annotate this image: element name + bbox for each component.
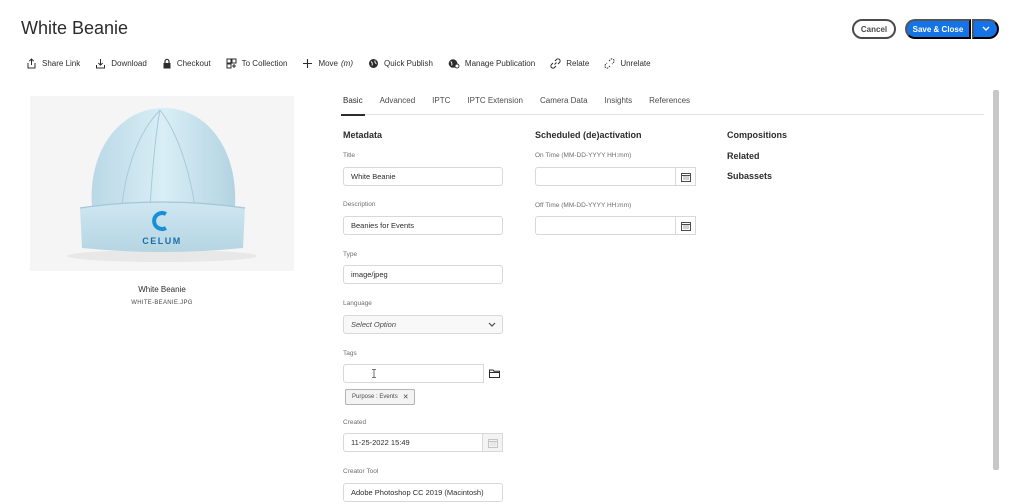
tags-browse-button[interactable]: [484, 364, 504, 383]
title-label: Title: [343, 152, 356, 159]
subassets-link[interactable]: Subassets: [727, 171, 772, 181]
unrelate-label: Unrelate: [620, 58, 651, 68]
activation-heading: Scheduled (de)activation: [535, 130, 642, 140]
collection-icon: [226, 58, 237, 68]
download-button[interactable]: Download: [95, 58, 147, 69]
globe-icon: [369, 58, 378, 68]
tags-input[interactable]: [343, 364, 484, 383]
globe-manage-icon: [448, 58, 460, 68]
asset-preview[interactable]: CELUM: [30, 96, 294, 271]
checkout-label: Checkout: [176, 58, 211, 68]
language-select-value: Select Option: [351, 320, 397, 329]
download-icon: [96, 58, 106, 68]
unlink-icon: [604, 57, 615, 69]
chevron-down-icon: [982, 26, 989, 31]
tab-references[interactable]: References: [649, 89, 690, 115]
tag-chip: Purpose : Events ✕: [345, 389, 415, 405]
folder-icon: [488, 369, 500, 378]
type-input[interactable]: image/jpeg: [343, 265, 503, 284]
on-time-calendar-button[interactable]: [676, 167, 696, 186]
action-toolbar: Share Link Download Checkout To Collecti…: [26, 55, 666, 71]
language-select[interactable]: Select Option: [343, 315, 503, 334]
relate-label: Relate: [566, 58, 590, 68]
checkout-button[interactable]: Checkout: [162, 58, 211, 69]
text-cursor-icon: [372, 369, 376, 378]
calendar-icon: [487, 438, 498, 448]
description-input[interactable]: Beanies for Events: [343, 216, 503, 235]
on-time-input[interactable]: [535, 167, 676, 186]
compositions-link[interactable]: Compositions: [727, 130, 787, 140]
share-icon: [27, 57, 36, 68]
title-input[interactable]: White Beanie: [343, 167, 503, 186]
created-input: 11-25-2022 15:49: [343, 433, 483, 452]
asset-filename: WHITE-BEANIE.JPG: [131, 300, 193, 306]
share-link-button[interactable]: Share Link: [26, 57, 81, 69]
quick-publish-label: Quick Publish: [384, 58, 433, 68]
language-label: Language: [343, 300, 372, 307]
tags-label: Tags: [343, 350, 357, 357]
calendar-icon: [680, 172, 691, 182]
save-options-button[interactable]: [972, 19, 999, 39]
move-icon: [303, 58, 313, 68]
type-label: Type: [343, 251, 358, 258]
tab-iptc-extension[interactable]: IPTC Extension: [467, 89, 523, 115]
beanie-image: CELUM: [67, 107, 257, 262]
creator-tool-input[interactable]: Adobe Photoshop CC 2019 (Macintosh): [343, 483, 503, 502]
off-time-calendar-button[interactable]: [676, 216, 696, 235]
lock-icon: [163, 58, 171, 68]
on-time-label: On Time (MM-DD-YYYY HH:mm): [535, 152, 632, 159]
save-close-button[interactable]: Save & Close: [905, 19, 971, 39]
calendar-icon: [680, 221, 691, 231]
metadata-tabs: Basic Advanced IPTC IPTC Extension Camer…: [341, 89, 984, 116]
tab-advanced[interactable]: Advanced: [380, 89, 416, 115]
chevron-down-icon: [488, 322, 496, 327]
tag-chip-label: Purpose : Events: [352, 394, 398, 400]
manage-publication-label: Manage Publication: [464, 58, 536, 68]
move-shortcut: (m): [341, 58, 353, 68]
tab-iptc[interactable]: IPTC: [432, 89, 450, 115]
move-label: Move: [318, 58, 338, 68]
remove-tag-icon[interactable]: ✕: [403, 393, 409, 401]
cancel-button[interactable]: Cancel: [852, 19, 896, 39]
description-label: Description: [343, 201, 376, 208]
off-time-label: Off Time (MM-DD-YYYY HH:mm): [535, 202, 632, 209]
page-title: White Beanie: [21, 18, 129, 38]
download-label: Download: [111, 58, 147, 68]
related-link[interactable]: Related: [727, 151, 760, 161]
tab-camera-data[interactable]: Camera Data: [540, 89, 588, 115]
creator-tool-label: Creator Tool: [343, 468, 379, 475]
off-time-input[interactable]: [535, 216, 676, 235]
share-link-label: Share Link: [42, 58, 81, 68]
tab-basic[interactable]: Basic: [341, 89, 365, 116]
created-label: Created: [343, 419, 367, 426]
to-collection-button[interactable]: To Collection: [226, 58, 288, 69]
move-button[interactable]: Move (m): [302, 58, 353, 69]
to-collection-label: To Collection: [241, 58, 288, 68]
tab-insights[interactable]: Insights: [605, 89, 633, 115]
manage-publication-button[interactable]: Manage Publication: [448, 58, 535, 69]
link-icon: [550, 57, 561, 69]
asset-name: White Beanie: [138, 285, 186, 294]
metadata-heading: Metadata: [343, 130, 383, 140]
scrollbar-thumb[interactable]: [993, 90, 999, 470]
beanie-logo-text: CELUM: [142, 236, 182, 246]
quick-publish-button[interactable]: Quick Publish: [368, 58, 433, 69]
relate-button[interactable]: Relate: [550, 57, 590, 69]
created-calendar-button: [483, 433, 503, 452]
unrelate-button[interactable]: Unrelate: [604, 57, 651, 69]
